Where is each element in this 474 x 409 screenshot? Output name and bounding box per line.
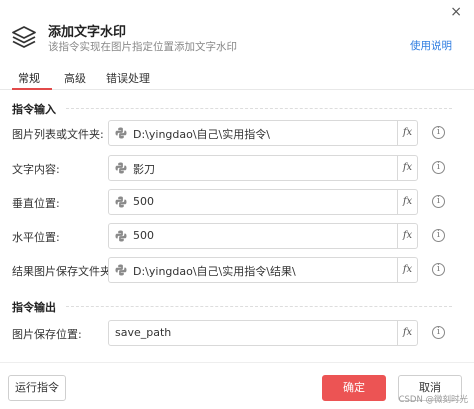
field-value: save_path [115, 326, 172, 339]
field-label: 文字内容: [12, 163, 60, 176]
layers-icon [12, 26, 36, 48]
info-icon[interactable]: i [432, 326, 445, 339]
fx-button[interactable]: fx [397, 321, 417, 345]
field-value: D:\yingdao\自己\实用指令\ [133, 128, 270, 141]
python-icon [115, 230, 127, 242]
tab-general[interactable]: 常规 [18, 70, 40, 86]
dialog-header: 添加文字水印 该指令实现在图片指定位置添加文字水印 使用说明 × [0, 0, 474, 62]
fx-button[interactable]: fx [397, 258, 417, 282]
fx-button[interactable]: fx [397, 121, 417, 145]
field-value: D:\yingdao\自己\实用指令\结果\ [133, 265, 296, 278]
section-divider [66, 306, 452, 307]
footer-divider [0, 362, 474, 363]
section-divider [66, 108, 452, 109]
active-tab-indicator [12, 88, 52, 90]
image-folder-input[interactable]: D:\yingdao\自己\实用指令\ fx [108, 120, 418, 146]
field-label: 图片保存位置: [12, 328, 82, 341]
text-content-input[interactable]: 影刀 fx [108, 155, 418, 181]
info-icon[interactable]: i [432, 263, 445, 276]
watermark-text: CSDN @微刻时光 [398, 395, 468, 405]
fx-button[interactable]: fx [397, 156, 417, 180]
python-icon [115, 264, 127, 276]
field-value: 500 [133, 195, 154, 208]
confirm-button[interactable]: 确定 [322, 375, 386, 401]
tab-error-handling[interactable]: 错误处理 [106, 70, 150, 86]
field-label: 结果图片保存文件夹: [12, 265, 115, 278]
tab-bar: 常规 高级 错误处理 [0, 64, 474, 90]
field-value: 500 [133, 229, 154, 242]
result-folder-input[interactable]: D:\yingdao\自己\实用指令\结果\ fx [108, 257, 418, 283]
vertical-position-input[interactable]: 500 fx [108, 189, 418, 215]
tab-advanced[interactable]: 高级 [64, 70, 86, 86]
field-label: 垂直位置: [12, 197, 60, 210]
info-icon[interactable]: i [432, 195, 445, 208]
fx-button[interactable]: fx [397, 224, 417, 248]
info-icon[interactable]: i [432, 229, 445, 242]
section-title-inputs: 指令输入 [12, 103, 56, 116]
info-icon[interactable]: i [432, 161, 445, 174]
field-label: 图片列表或文件夹: [12, 128, 104, 141]
dialog-title: 添加文字水印 [48, 25, 127, 40]
info-icon[interactable]: i [432, 126, 445, 139]
field-label: 水平位置: [12, 231, 60, 244]
fx-button[interactable]: fx [397, 190, 417, 214]
field-value: 影刀 [133, 163, 155, 176]
horizontal-position-input[interactable]: 500 fx [108, 223, 418, 249]
close-button[interactable]: × [450, 4, 462, 20]
python-icon [115, 162, 127, 174]
section-title-outputs: 指令输出 [12, 301, 56, 314]
python-icon [115, 196, 127, 208]
save-path-variable-input[interactable]: save_path fx [108, 320, 418, 346]
run-command-button[interactable]: 运行指令 [8, 375, 66, 401]
help-link[interactable]: 使用说明 [410, 38, 452, 53]
python-icon [115, 127, 127, 139]
dialog-subtitle: 该指令实现在图片指定位置添加文字水印 [48, 41, 237, 53]
